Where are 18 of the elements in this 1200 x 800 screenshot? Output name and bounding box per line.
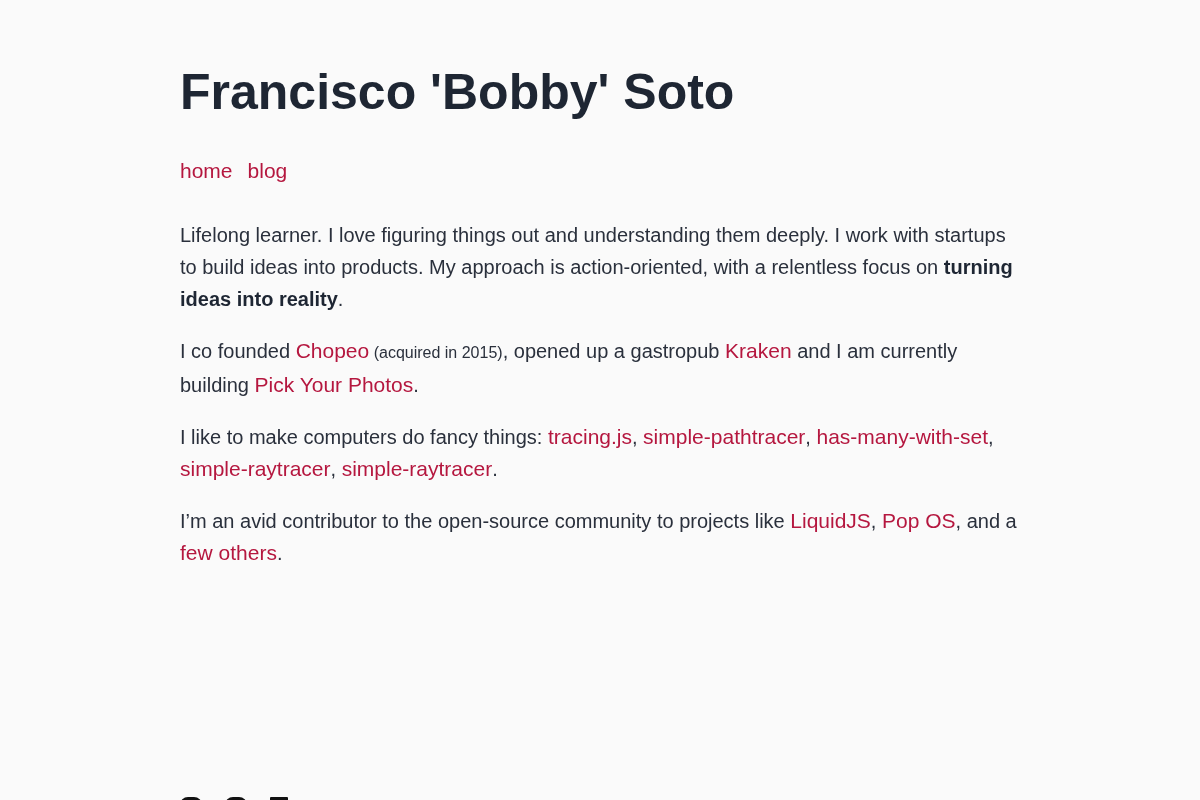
text-link[interactable]: simple-pathtracer bbox=[643, 425, 806, 448]
text-link[interactable]: Pick Your Photos bbox=[254, 373, 414, 396]
text-link[interactable]: Chopeo bbox=[295, 339, 370, 362]
bio-paragraph: Lifelong learner. I love figuring things out and understanding them deeply. I work with startups to build ideas into products. My approach is action-oriented, with a relentless focus on turning ideas into reality. bbox=[180, 223, 1014, 312]
nav-link[interactable]: blog bbox=[247, 156, 288, 186]
text-link[interactable]: Kraken bbox=[725, 339, 792, 362]
text-link[interactable]: has-many-with-set bbox=[816, 425, 989, 448]
bio-paragraph: I like to make computers do fancy things: tracing.js, simple-pathtracer, has-many-with-set, simple-raytracer, simple-raytracer. bbox=[180, 424, 995, 482]
text-link[interactable]: simple-raytracer bbox=[341, 457, 493, 480]
nav-link[interactable]: home bbox=[180, 156, 233, 186]
text-link[interactable]: simple-raytracer bbox=[180, 457, 331, 480]
bio-paragraph: I co founded Chopeo (acquired in 2015), opened up a gastropub Kraken and I am currently building Pick Your Photos. bbox=[180, 338, 959, 398]
text-link[interactable]: few others bbox=[180, 541, 277, 564]
text-link[interactable]: Pop OS bbox=[882, 509, 956, 532]
text-link[interactable]: tracing.js bbox=[547, 425, 632, 448]
page-title: Francisco 'Bobby' Soto bbox=[180, 63, 735, 122]
bio-paragraph: I’m an avid contributor to the open-source community to projects like LiquidJS, Pop OS, and a few others. bbox=[180, 508, 1018, 566]
text-link[interactable]: LiquidJS bbox=[790, 509, 871, 532]
